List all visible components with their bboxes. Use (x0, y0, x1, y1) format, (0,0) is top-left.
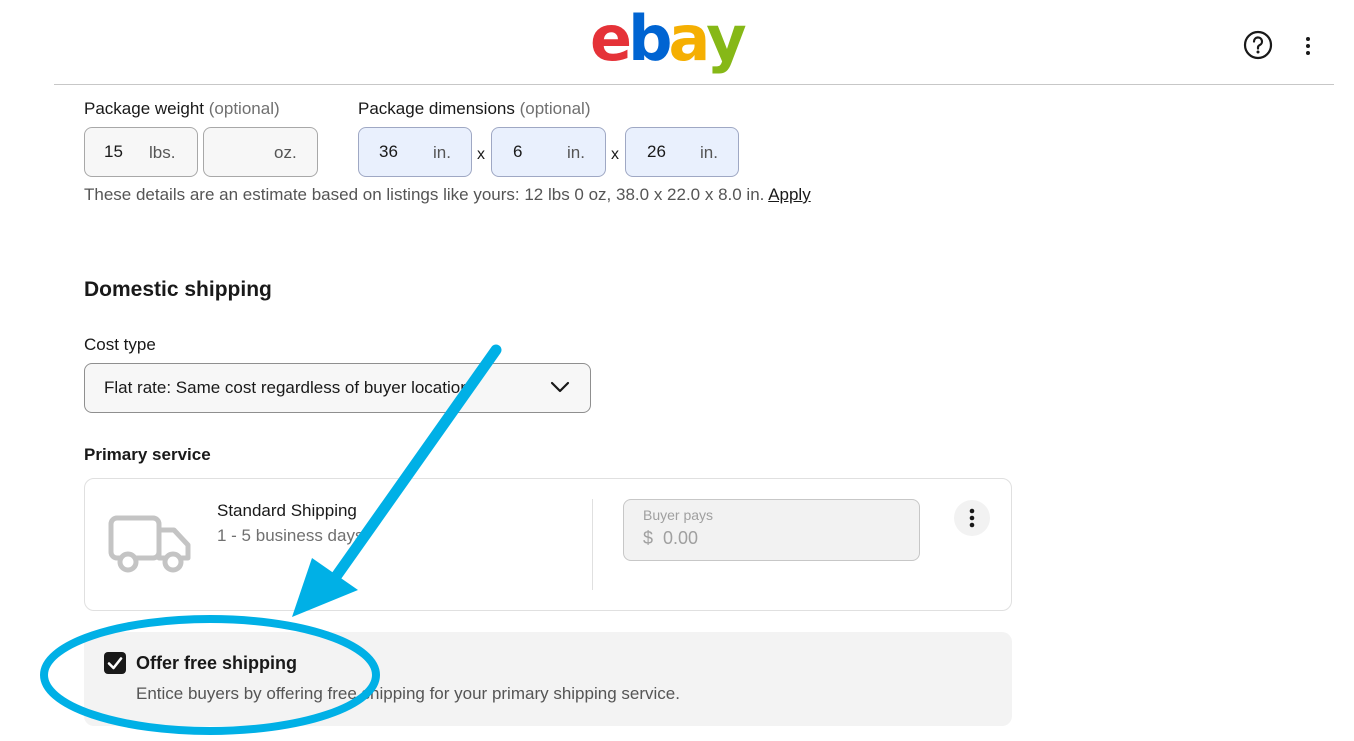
chevron-down-icon (550, 381, 570, 393)
service-delivery-time: 1 - 5 business days (217, 526, 364, 545)
header-divider (54, 84, 1334, 85)
logo-letter-a: a (668, 2, 710, 75)
times-symbol: x (477, 146, 485, 163)
weight-oz-field[interactable]: oz. (203, 127, 318, 177)
weight-oz-unit: oz. (274, 143, 297, 162)
free-shipping-panel (84, 632, 1012, 726)
more-options-button[interactable] (1300, 34, 1316, 58)
dimension-length-unit: in. (433, 143, 451, 162)
weight-lbs-unit: lbs. (149, 143, 176, 162)
free-shipping-checkbox[interactable] (104, 652, 126, 674)
more-vertical-icon (1306, 37, 1310, 55)
logo-letter-b: b (628, 2, 672, 75)
dimension-length-value: 36 (379, 142, 398, 161)
primary-service-label: Primary service (84, 445, 211, 464)
weight-lbs-value: 15 (104, 142, 123, 161)
more-vertical-icon (969, 508, 975, 528)
question-circle-icon (1243, 30, 1273, 60)
weight-lbs-field[interactable]: 15 lbs. (84, 127, 198, 177)
ebay-logo[interactable]: ebay (590, 2, 747, 75)
domestic-shipping-heading: Domestic shipping (84, 278, 272, 301)
logo-letter-y: y (706, 2, 746, 75)
dimension-height-unit: in. (700, 143, 718, 162)
service-options-button[interactable] (954, 500, 990, 536)
buyer-pays-value: $ 0.00 (643, 528, 698, 549)
dimension-length-field[interactable]: 36 in. (358, 127, 472, 177)
checkmark-icon (107, 657, 123, 670)
cost-type-value: Flat rate: Same cost regardless of buyer… (104, 378, 470, 397)
times-symbol: x (611, 146, 619, 163)
estimate-note: These details are an estimate based on l… (84, 185, 811, 205)
currency-symbol: $ (643, 528, 654, 548)
package-dimensions-label: Package dimensions (optional) (358, 99, 590, 119)
package-weight-optional: (optional) (208, 99, 280, 118)
cost-type-label: Cost type (84, 335, 156, 354)
free-shipping-description: Entice buyers by offering free shipping … (136, 684, 680, 703)
estimate-text: These details are an estimate based on l… (84, 185, 765, 204)
service-name: Standard Shipping (217, 501, 357, 520)
package-weight-label: Package weight (optional) (84, 99, 280, 119)
help-button[interactable] (1243, 30, 1273, 60)
package-dimensions-optional: (optional) (519, 99, 591, 118)
package-dimensions-text: Package dimensions (358, 99, 515, 118)
buyer-pays-label: Buyer pays (643, 507, 714, 523)
apply-link[interactable]: Apply (768, 185, 811, 204)
buyer-pays-amount: 0.00 (663, 528, 699, 548)
dimension-width-field[interactable]: 6 in. (491, 127, 606, 177)
logo-letter-e: e (590, 2, 632, 75)
package-weight-text: Package weight (84, 99, 205, 118)
dimension-height-value: 26 (647, 142, 666, 161)
cost-type-select[interactable]: Flat rate: Same cost regardless of buyer… (84, 363, 591, 413)
dimension-height-field[interactable]: 26 in. (625, 127, 739, 177)
dimension-width-value: 6 (513, 142, 523, 161)
service-card-divider (592, 499, 593, 590)
dimension-width-unit: in. (567, 143, 585, 162)
truck-icon (108, 515, 191, 573)
free-shipping-label[interactable]: Offer free shipping (136, 653, 297, 674)
